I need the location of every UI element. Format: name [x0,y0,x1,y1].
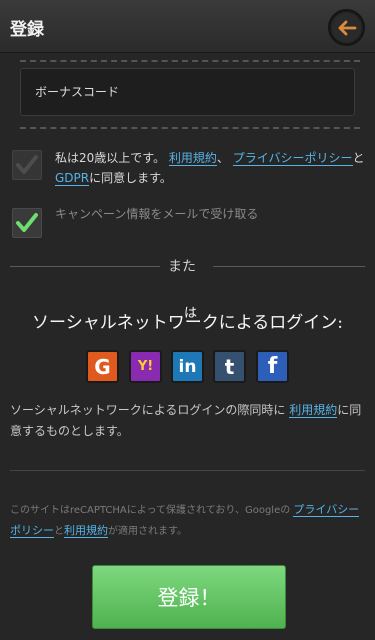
terms-checkbox[interactable] [12,150,42,180]
google-icon: G [94,354,111,379]
register-button[interactable]: 登録！ [92,565,286,629]
yahoo-login-button[interactable]: Y! [129,350,162,383]
tumblr-icon: t [224,354,235,379]
checkmark-icon [16,155,38,174]
linkedin-icon: in [178,356,197,377]
terms-link[interactable]: 利用規約 [64,524,108,538]
or-label: また [168,259,196,275]
yahoo-icon: Y! [137,359,154,374]
divider [20,127,360,129]
stray-text: は [184,306,198,321]
back-button[interactable] [328,9,365,46]
privacy-link[interactable]: プライバシーポリシー [232,151,353,166]
divider [10,266,160,267]
campaign-checkbox[interactable] [12,208,42,238]
google-login-button[interactable]: G [86,350,119,383]
divider [10,470,365,471]
tumblr-login-button[interactable]: t [213,350,246,383]
social-login-note: ソーシャルネットワークによるログインの際同時に 利用規約に同意するものとします。 [10,403,362,438]
header: 登録 [0,0,375,53]
divider [213,266,365,267]
social-login-title: ソーシャルネットワークによるログイン: は [0,306,375,333]
gdpr-link[interactable]: GDPR [55,171,90,186]
page-title: 登録 [10,20,44,40]
arrow-left-icon [338,20,356,35]
recaptcha-notice: このサイトはreCAPTCHAによって保護されており、Googleの プライバシ… [10,503,360,538]
terms-link[interactable]: 利用規約 [168,151,217,166]
facebook-login-button[interactable]: f [256,350,289,383]
terms-text: 私は20歳以上です。 利用規約、 プライバシーポリシーとGDPRに同意します。 [55,151,365,186]
campaign-label: キャンペーン情報をメールで受け取る [55,207,259,221]
terms-link[interactable]: 利用規約 [289,403,338,418]
bonus-code-input[interactable] [20,68,355,116]
linkedin-login-button[interactable]: in [171,350,204,383]
facebook-icon: f [267,354,278,379]
checkmark-icon [16,213,38,232]
divider [20,60,360,62]
